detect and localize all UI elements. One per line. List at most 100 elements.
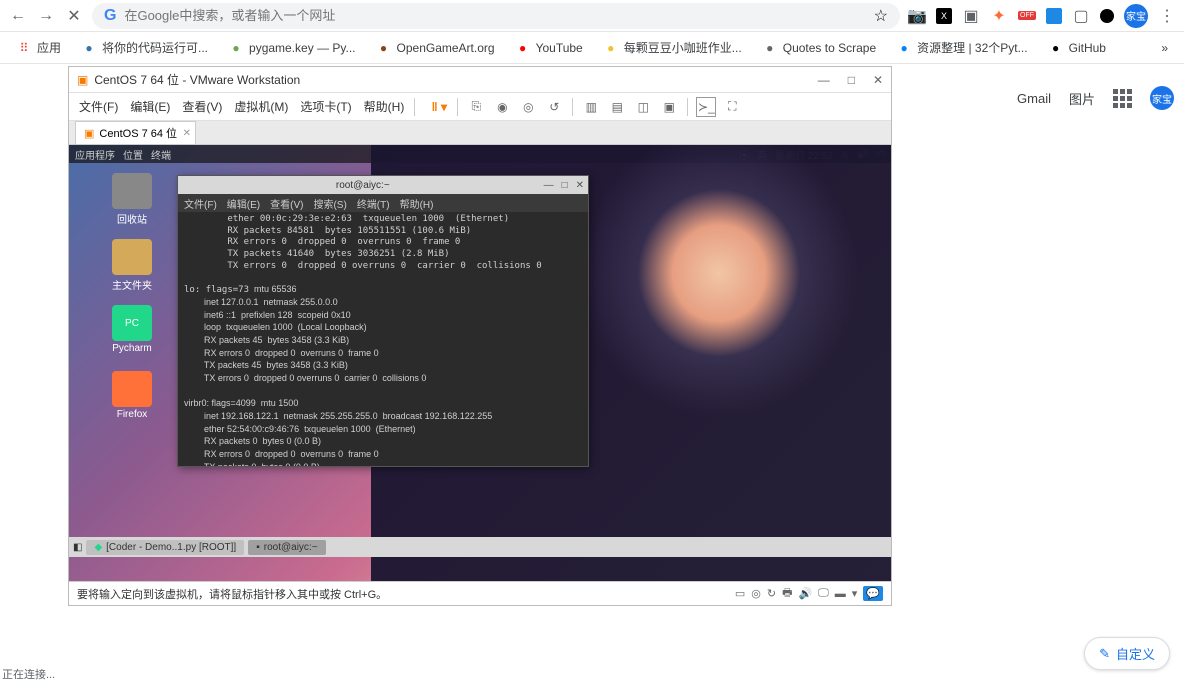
bookmark-label: pygame.key — Py... [249,41,355,55]
bookmark-item[interactable]: ●YouTube [507,35,591,60]
bookmark-item[interactable]: ●Quotes to Scrape [754,35,884,60]
ext-icon[interactable]: ▣ [962,7,980,25]
vmware-titlebar[interactable]: ▣CentOS 7 64 位 - VMware Workstation — □ … [69,67,891,93]
google-icon: G [104,7,116,25]
send-keys-icon[interactable]: ⎘ [466,97,486,117]
vm-device-icon[interactable]: ↻ [767,587,776,600]
vmware-menu-item[interactable]: 编辑(E) [126,96,174,117]
terminal-menu-item[interactable]: 编辑(E) [227,196,260,211]
view-icon[interactable]: ◫ [633,97,653,117]
vmware-status-text: 要将输入定向到该虚拟机，请将鼠标指针移入其中或按 Ctrl+G。 [77,586,735,602]
stop-button[interactable]: ✕ [64,6,84,26]
view-icon[interactable]: ▣ [659,97,679,117]
close-tab-icon[interactable]: ✕ [183,128,191,139]
ext-icon[interactable]: ✦ [990,7,1008,25]
images-link[interactable]: 图片 [1069,89,1095,108]
revert-icon[interactable]: ↺ [544,97,564,117]
taskbar-label: root@aiyc:~ [264,542,318,553]
bookmark-label: YouTube [536,41,583,55]
maximize-button[interactable]: □ [848,73,855,87]
bookmark-item[interactable]: ⠿应用 [8,35,69,60]
terminal-window[interactable]: root@aiyc:~ — □ ✕ 文件(F) 编辑(E) 查看(V) 搜索(S) 终端… [177,175,589,467]
minimize-button[interactable]: — [818,73,830,87]
vm-device-icon[interactable]: ▭ [735,587,745,600]
view-icon[interactable]: ▤ [607,97,627,117]
page-content: Gmail 图片 家宝 ▣CentOS 7 64 位 - VMware Work… [0,64,1184,682]
vm-device-icon[interactable]: ▾ [852,587,858,600]
menu-icon[interactable]: ⋮ [1158,7,1176,25]
vmware-menu-item[interactable]: 虚拟机(M) [230,96,292,117]
bookmark-item[interactable]: ●pygame.key — Py... [220,35,363,60]
terminal-output[interactable]: ether 00:0c:29:3e:e2:63 txqueuelen 1000 … [178,212,588,466]
bookmark-item[interactable]: ●资源整理 | 32个Pyt... [888,35,1035,60]
back-button[interactable]: ← [8,6,28,26]
desktop-icon[interactable]: 主文件夹 [107,239,157,292]
desktop-icon[interactable]: PCPycharm [107,305,157,354]
terminal-close-button[interactable]: ✕ [576,180,584,191]
gnome-menu-item[interactable]: 位置 [123,147,143,162]
url-input[interactable] [124,8,865,23]
bookmark-item[interactable]: ●OpenGameArt.org [368,35,503,60]
bookmark-item[interactable]: ●每颗豆豆小咖班作业... [595,35,750,60]
vm-device-icon[interactable]: ◎ [751,587,761,600]
gnome-menu-item[interactable]: 终端 [151,147,171,162]
vmware-tabbar: ▣ CentOS 7 64 位 ✕ [69,121,891,145]
star-icon[interactable]: ☆ [874,6,888,26]
snapshot-mgr-icon[interactable]: ◎ [518,97,538,117]
bookmark-label: 将你的代码运行可... [102,39,208,56]
camera-icon[interactable]: 📷 [908,7,926,25]
terminal-menu-item[interactable]: 文件(F) [184,196,217,211]
taskbar-app-terminal[interactable]: ▪root@aiyc:~ [248,540,325,555]
vmware-menu-item[interactable]: 查看(V) [178,96,226,117]
console-icon[interactable]: ≻_ [696,97,716,117]
ext-icon[interactable]: ▢ [1072,7,1090,25]
view-icon[interactable]: ▥ [581,97,601,117]
bookmarks-overflow[interactable]: » [1153,37,1176,59]
vm-device-icon[interactable]: ▬ [835,588,846,600]
gmail-link[interactable]: Gmail [1017,91,1051,106]
gnome-menu-item[interactable]: 应用程序 [75,147,115,162]
address-bar[interactable]: G ☆ [92,3,900,29]
guest-desktop[interactable]: 应用程序位置终端 ⦿ 英 星期日 22:52 ◬ 🔊 ⏻ 回收站主文件夹PCPy… [69,145,891,581]
terminal-min-button[interactable]: — [544,180,554,191]
vmware-menu-item[interactable]: 选项卡(T) [296,96,355,117]
profile-avatar[interactable]: 家宝 [1124,4,1148,28]
bookmark-icon: ● [1048,40,1064,56]
profile-avatar-page[interactable]: 家宝 [1150,86,1174,110]
forward-button[interactable]: → [36,6,56,26]
vm-tab-centos[interactable]: ▣ CentOS 7 64 位 ✕ [75,121,196,144]
show-desktop-icon[interactable]: ◧ [73,542,82,553]
desktop-icon-img [112,239,152,275]
desktop-icon[interactable]: 回收站 [107,173,157,226]
taskbar-app-pycharm[interactable]: ◆[Coder - Demo..1.py [ROOT]] [86,540,244,555]
snapshot-icon[interactable]: ◉ [492,97,512,117]
terminal-titlebar[interactable]: root@aiyc:~ — □ ✕ [178,176,588,194]
ext-icon[interactable] [1046,8,1062,24]
terminal-menu-item[interactable]: 终端(T) [357,196,390,211]
ext-icon[interactable]: X [936,8,952,24]
desktop-icon-img [112,173,152,209]
bookmark-item[interactable]: ● GitHub [1040,35,1114,60]
terminal-max-button[interactable]: □ [562,180,568,191]
vm-device-icon[interactable]: 🖵 [818,587,829,600]
bookmark-label: GitHub [1069,41,1106,55]
vm-tab-label: CentOS 7 64 位 [99,125,177,141]
ext-icon[interactable]: OFF [1018,7,1036,25]
desktop-icon[interactable]: Firefox [107,371,157,420]
ext-icon[interactable] [1100,9,1114,23]
vm-device-icon[interactable]: 🖶 [782,584,792,603]
vmware-menu-item[interactable]: 文件(F) [75,96,122,117]
vmware-menu-item[interactable]: 帮助(H) [360,96,409,117]
bookmark-item[interactable]: ●将你的代码运行可... [73,35,216,60]
gnome-taskbar: ◧ ◆[Coder - Demo..1.py [ROOT]] ▪root@aiy… [69,537,891,557]
apps-icon[interactable] [1113,89,1132,108]
close-button[interactable]: ✕ [873,73,883,87]
vm-msg-icon[interactable]: 💬 [863,586,883,601]
terminal-menu-item[interactable]: 搜索(S) [313,196,346,211]
power-icon[interactable]: ‖ ▾ [429,97,449,117]
customize-button[interactable]: ✎ 自定义 [1084,637,1170,670]
fullscreen-icon[interactable]: ⛶ [722,97,742,117]
terminal-menu-item[interactable]: 帮助(H) [400,196,434,211]
vm-device-icon[interactable]: 🔊 [798,587,812,600]
terminal-menu-item[interactable]: 查看(V) [270,196,303,211]
